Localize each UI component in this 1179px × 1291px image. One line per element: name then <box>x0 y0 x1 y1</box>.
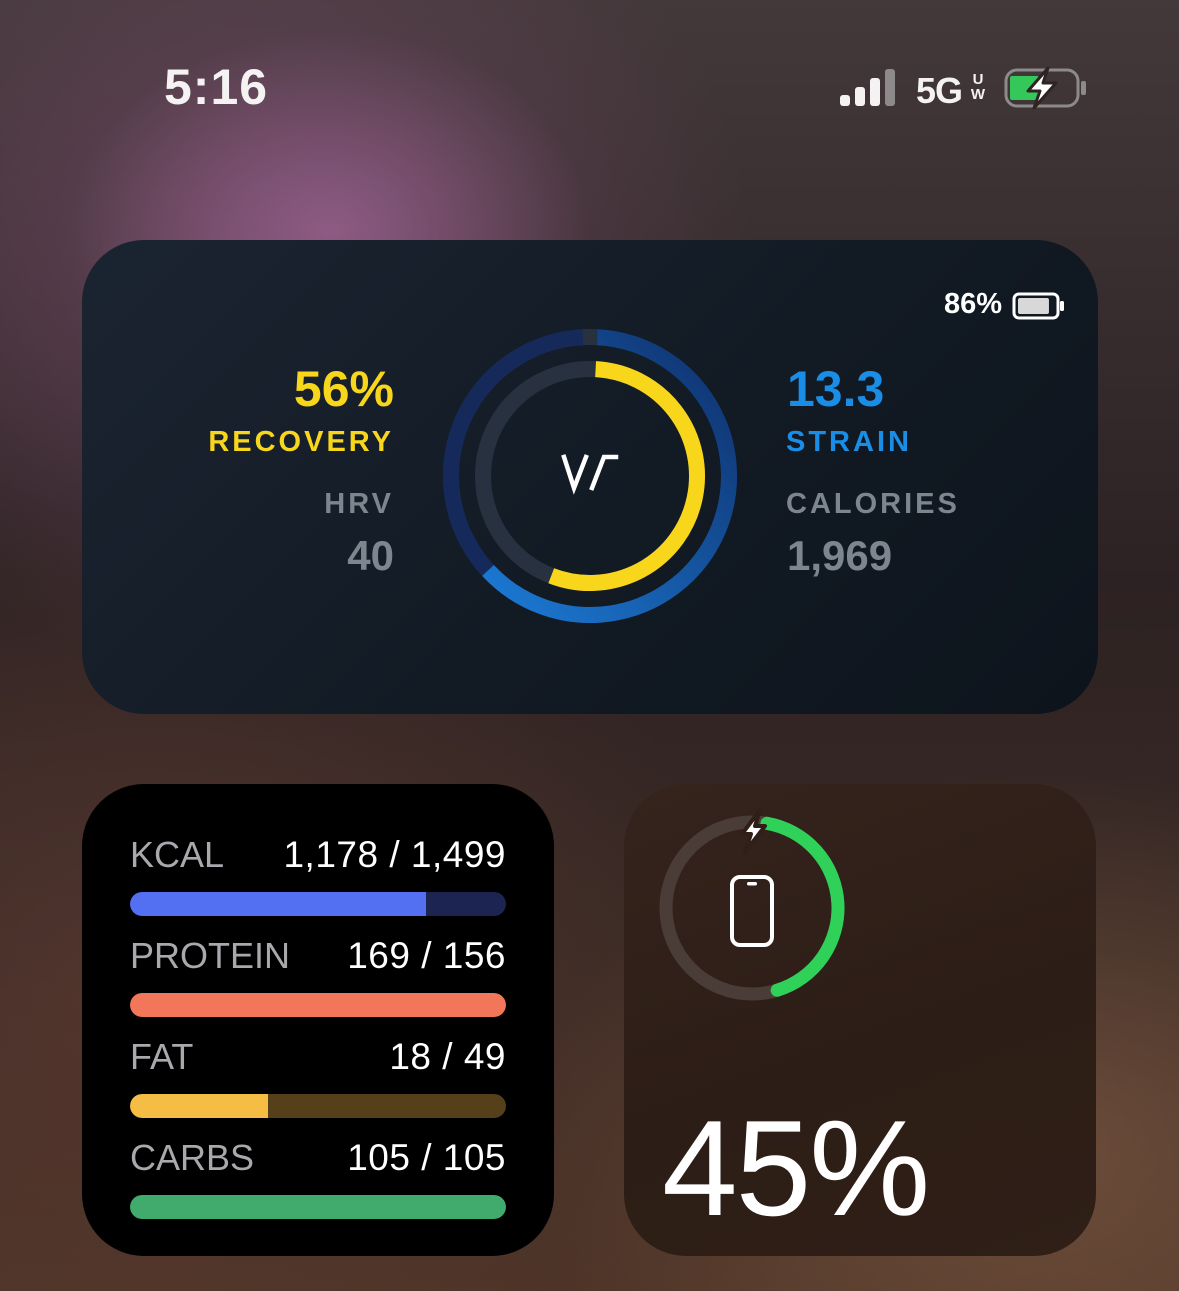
macro-progress-fill <box>130 1195 506 1219</box>
whoop-widget[interactable]: 86% 56% RECOVERY HRV 40 13.3 STRAIN CALO… <box>82 240 1098 714</box>
macro-name: PROTEIN <box>130 935 291 976</box>
macro-carbs: CARBS 105 / 105 <box>130 1137 506 1221</box>
hrv-value: 40 <box>347 532 394 579</box>
macro-progress-track <box>130 993 506 1017</box>
status-bar: 5:16 5G U W <box>0 0 1179 180</box>
network-subtype-bottom: W <box>970 86 986 103</box>
whoop-rings <box>443 329 737 623</box>
hrv-label: HRV <box>324 488 394 520</box>
macro-value: 1,178 / 1,499 <box>283 834 506 875</box>
macro-protein: PROTEIN 169 / 156 <box>130 935 506 1019</box>
cellular-signal-icon <box>840 69 895 106</box>
macro-progress-track <box>130 892 506 916</box>
calories-value: 1,969 <box>787 532 893 579</box>
strain-label: STRAIN <box>786 426 912 458</box>
network-subtype: U W <box>968 72 988 102</box>
recovery-value: 56% <box>293 361 394 417</box>
iphone-icon <box>730 875 774 947</box>
whoop-battery-percent: 86% <box>943 288 1002 320</box>
macro-progress-fill <box>130 892 426 916</box>
recovery-label: RECOVERY <box>208 426 394 458</box>
macro-progress-fill <box>130 993 506 1017</box>
macro-value: 18 / 49 <box>389 1036 506 1077</box>
battery-ring <box>659 808 845 1001</box>
macro-value: 105 / 105 <box>347 1137 506 1178</box>
macro-value: 169 / 156 <box>347 935 506 976</box>
calories-label: CALORIES <box>786 488 960 520</box>
network-type: 5G <box>916 70 963 111</box>
battery-level-fill <box>1018 298 1049 314</box>
battery-ring-progress <box>760 816 845 997</box>
macro-name: FAT <box>130 1036 194 1077</box>
macro-progress-track <box>130 1195 506 1219</box>
macro-kcal: KCAL 1,178 / 1,499 <box>130 834 506 918</box>
macro-progress-track <box>130 1094 506 1118</box>
strain-value: 13.3 <box>787 361 885 417</box>
nutrition-widget[interactable]: KCAL 1,178 / 1,499 PROTEIN 169 / 156 FAT… <box>82 784 554 1256</box>
macro-name: KCAL <box>130 834 225 875</box>
status-time: 5:16 <box>164 59 269 115</box>
battery-percent: 45% <box>662 1092 930 1244</box>
battery-icon <box>1012 292 1064 320</box>
macro-progress-fill <box>130 1094 268 1118</box>
macro-name: CARBS <box>130 1137 255 1178</box>
macro-fat: FAT 18 / 49 <box>130 1036 506 1120</box>
battery-charging-icon <box>1004 66 1086 110</box>
whoop-logo <box>561 454 619 495</box>
battery-widget[interactable]: 45% <box>624 784 1096 1256</box>
recovery-ring <box>548 361 705 591</box>
